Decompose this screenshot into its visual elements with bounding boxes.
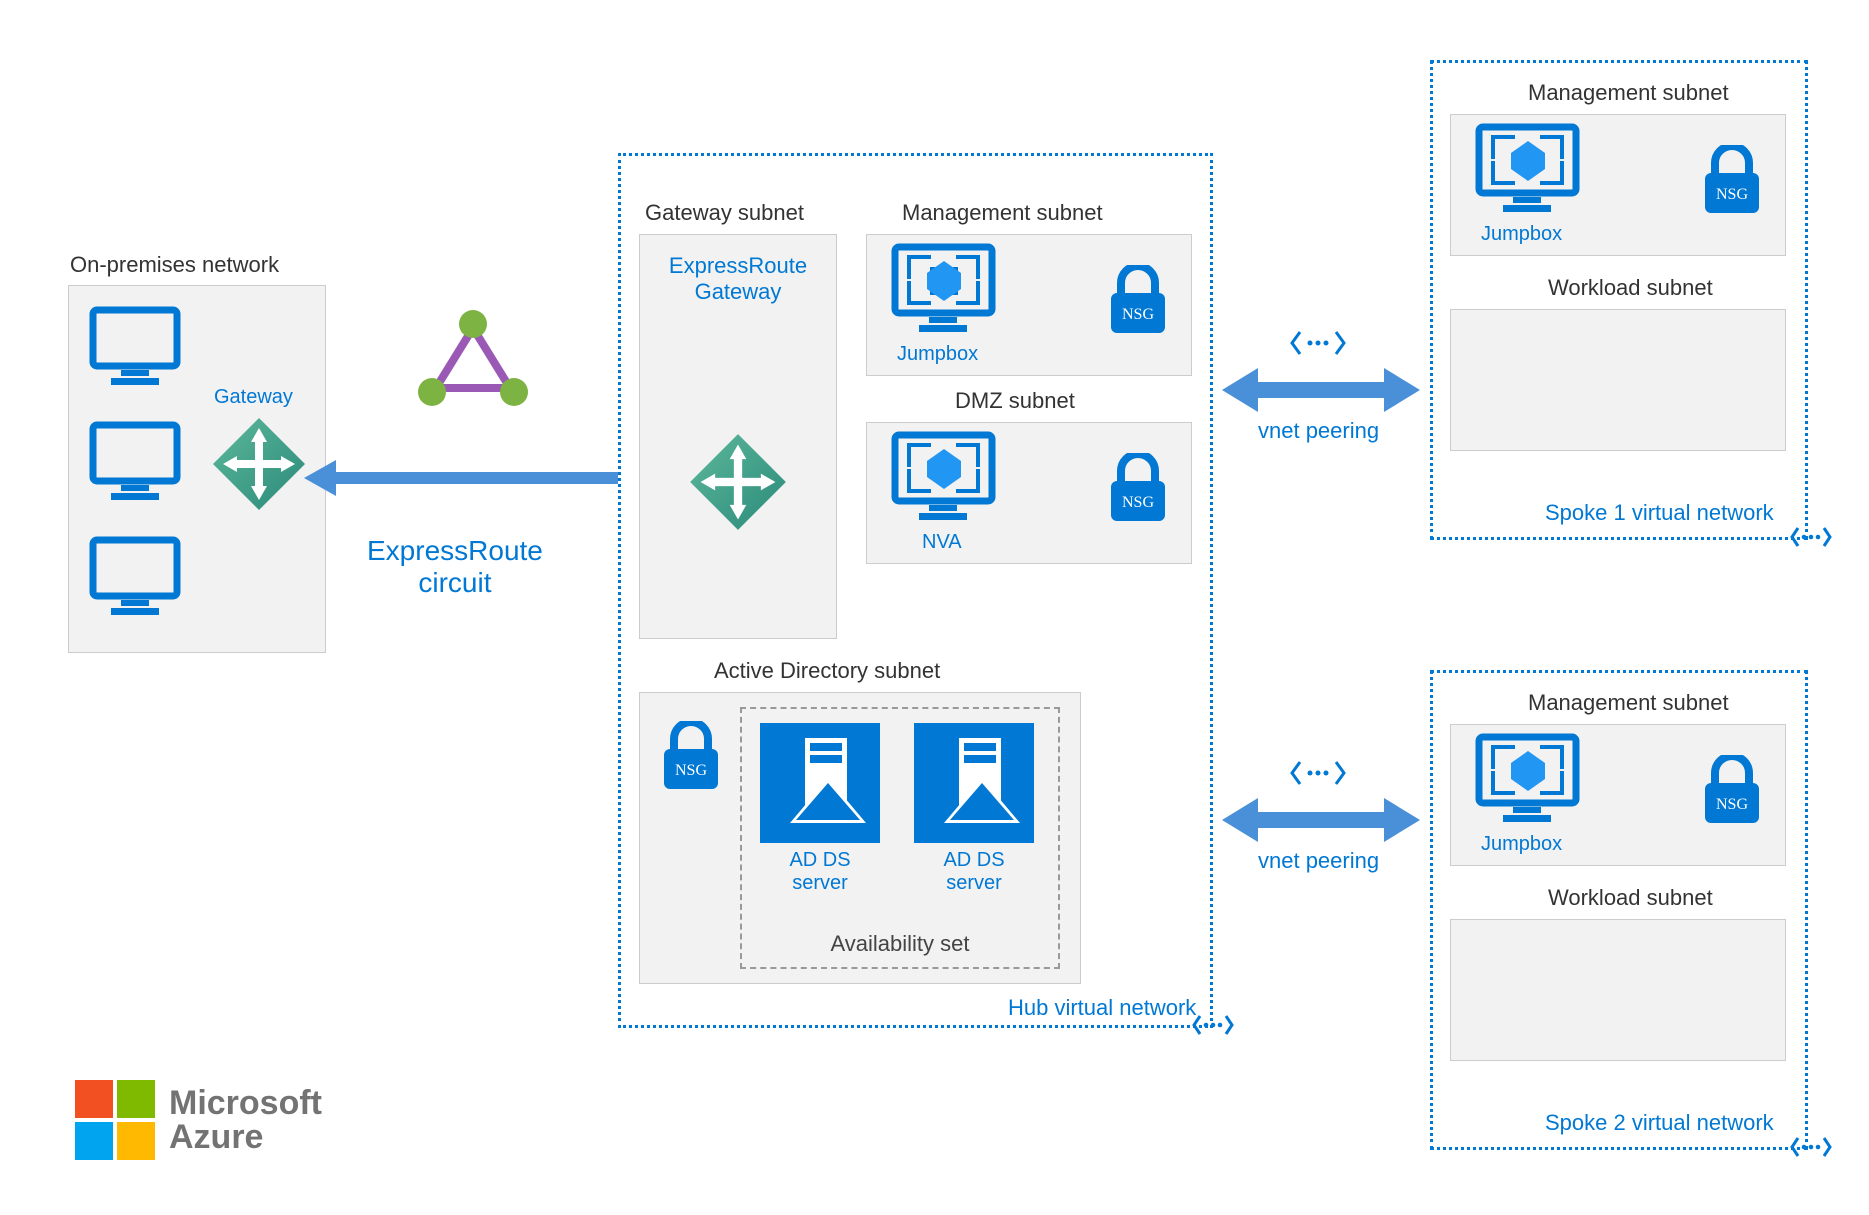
ad-title: Active Directory subnet: [714, 658, 940, 684]
dmz-box: NVA NSG: [866, 422, 1192, 564]
dmz-title: DMZ subnet: [955, 388, 1075, 414]
vnet-peering-icon: [1290, 756, 1346, 790]
adds1-label: AD DS server: [760, 849, 880, 895]
spoke1-jumpbox-label: Jumpbox: [1481, 223, 1562, 246]
expressroute-icon: [418, 310, 528, 410]
spoke2-mgmt-box: Jumpbox NSG: [1450, 724, 1786, 866]
microsoft-logo-icon: [75, 1080, 155, 1160]
adds2-label: AD DS server: [914, 849, 1034, 895]
gateway-icon: [686, 430, 790, 534]
spoke2-workload-box: [1450, 919, 1786, 1061]
spoke2-jumpbox-label: Jumpbox: [1481, 833, 1562, 856]
svg-text:NSG: NSG: [1716, 796, 1748, 813]
jumpbox-icon: [1475, 123, 1580, 218]
vnet-peering-icon: [1790, 1132, 1832, 1162]
svg-text:NSG: NSG: [1122, 306, 1154, 323]
hub-mgmt-box: Jumpbox NSG: [866, 234, 1192, 376]
gateway-icon: [209, 414, 309, 514]
onprem-box: Gateway: [68, 285, 326, 653]
hub-mgmt-title: Management subnet: [902, 200, 1103, 226]
vnet-peering-icon: [1290, 326, 1346, 360]
monitor-icon: [89, 306, 181, 391]
jumpbox-icon: [1475, 733, 1580, 828]
spoke2-vnet-label: Spoke 2 virtual network: [1545, 1110, 1774, 1136]
monitor-icon: [89, 536, 181, 621]
nva-icon: [891, 431, 996, 526]
spoke1-mgmt-title: Management subnet: [1528, 80, 1729, 106]
nsg-lock-icon: NSG: [1107, 453, 1169, 523]
spoke2-mgmt-title: Management subnet: [1528, 690, 1729, 716]
monitor-icon: [89, 421, 181, 506]
nsg-lock-icon: NSG: [660, 721, 722, 791]
onprem-gateway-label: Gateway: [214, 386, 293, 409]
gateway-subnet-box: ExpressRoute Gateway: [639, 234, 837, 639]
nva-label: NVA: [922, 531, 962, 554]
expressroute-circuit-label: ExpressRoute circuit: [367, 535, 543, 599]
svg-text:NSG: NSG: [675, 762, 707, 779]
hub-jumpbox-label: Jumpbox: [897, 343, 978, 366]
gateway-subnet-title: Gateway subnet: [645, 200, 804, 226]
peering1-label: vnet peering: [1258, 418, 1379, 444]
spoke1-workload-box: [1450, 309, 1786, 451]
svg-text:NSG: NSG: [1716, 186, 1748, 203]
jumpbox-icon: [891, 243, 996, 338]
brand-microsoft: Microsoft: [169, 1086, 322, 1120]
peering2-label: vnet peering: [1258, 848, 1379, 874]
vnet-peering-icon: [1790, 522, 1832, 552]
adds-server-icon: [914, 723, 1034, 843]
azure-logo: Microsoft Azure: [75, 1080, 322, 1160]
brand-azure: Azure: [169, 1120, 322, 1154]
spoke1-vnet-label: Spoke 1 virtual network: [1545, 500, 1774, 526]
availability-set-box: AD DS server AD DS server Availability s…: [740, 707, 1060, 969]
onprem-title: On-premises network: [70, 252, 279, 278]
er-gateway-label: ExpressRoute Gateway: [640, 253, 836, 305]
ad-subnet-box: NSG AD DS server AD DS server Availabili…: [639, 692, 1081, 984]
adds-server-icon: [760, 723, 880, 843]
spoke1-mgmt-box: Jumpbox NSG: [1450, 114, 1786, 256]
spoke2-workload-title: Workload subnet: [1548, 885, 1713, 911]
svg-text:NSG: NSG: [1122, 494, 1154, 511]
nsg-lock-icon: NSG: [1107, 265, 1169, 335]
nsg-lock-icon: NSG: [1701, 755, 1763, 825]
nsg-lock-icon: NSG: [1701, 145, 1763, 215]
hub-vnet-label: Hub virtual network: [1008, 995, 1196, 1021]
spoke1-workload-title: Workload subnet: [1548, 275, 1713, 301]
vnet-peering-icon: [1192, 1010, 1234, 1040]
availability-set-label: Availability set: [742, 931, 1058, 957]
